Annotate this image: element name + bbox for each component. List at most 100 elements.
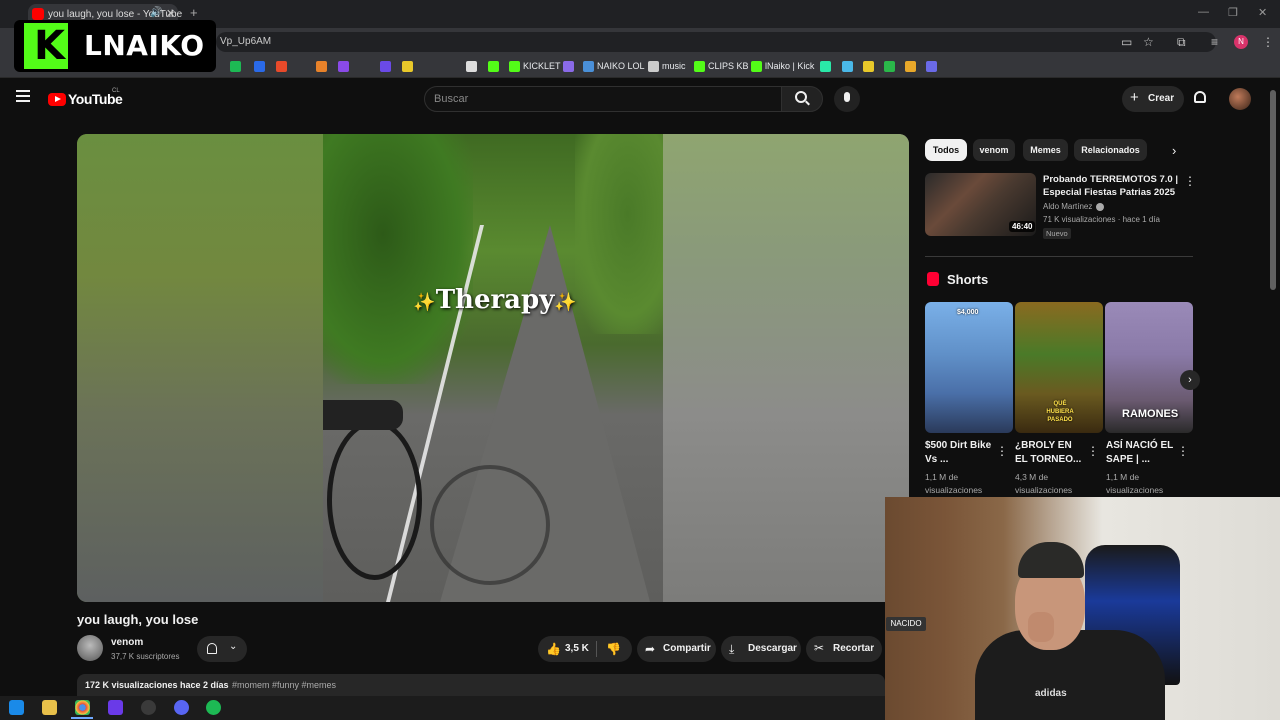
- chip-related[interactable]: Relacionados: [1074, 139, 1147, 161]
- recommended-channel[interactable]: Aldo Martínez: [1043, 202, 1092, 211]
- address-bar[interactable]: [216, 32, 1216, 52]
- bookmark-icon[interactable]: [402, 61, 413, 72]
- bookmark-naiko-lol[interactable]: NAIKO LOL: [597, 61, 645, 71]
- search-input[interactable]: [424, 86, 782, 112]
- bookmark-clips-kb[interactable]: CLIPS KB: [708, 61, 749, 71]
- upload-date: hace 2 días: [180, 680, 229, 690]
- channel-name[interactable]: venom: [111, 637, 143, 648]
- kicklet-bookmark-icon[interactable]: [509, 61, 520, 72]
- bookmark-icon[interactable]: [380, 61, 391, 72]
- bell-icon: [207, 643, 217, 654]
- bookmark-icon[interactable]: [338, 61, 349, 72]
- chevron-right-icon[interactable]: ›: [1172, 143, 1176, 158]
- plus-icon: +: [1130, 89, 1139, 106]
- short-thumbnail[interactable]: [925, 302, 1013, 433]
- short-title[interactable]: ASÍ NACIÓ EL SAPE | ...: [1106, 439, 1174, 467]
- notifications-bell-icon[interactable]: [1194, 91, 1206, 103]
- browser-menu-icon[interactable]: ⋮: [1262, 35, 1274, 49]
- chevron-right-icon[interactable]: ›: [1180, 370, 1200, 390]
- bookmark-icon[interactable]: [842, 61, 853, 72]
- user-avatar[interactable]: [1229, 88, 1251, 110]
- download-label: Descargar: [748, 643, 797, 654]
- subscription-notifications-button[interactable]: [197, 636, 247, 662]
- close-window-icon[interactable]: ✕: [1258, 6, 1267, 19]
- create-label: Crear: [1148, 93, 1175, 104]
- bookmark-icon[interactable]: [884, 61, 895, 72]
- channel-avatar[interactable]: [77, 635, 103, 661]
- close-tab-icon[interactable]: ✕: [166, 7, 175, 20]
- hashtags[interactable]: #momem #funny #memes: [232, 680, 336, 690]
- divider: [596, 641, 597, 657]
- kick-bookmark-icon[interactable]: [751, 61, 762, 72]
- bookmark-icon[interactable]: [820, 61, 831, 72]
- play-triangle-icon: [55, 96, 61, 102]
- chip-memes[interactable]: Memes: [1023, 139, 1068, 161]
- bookmark-music[interactable]: music: [662, 61, 686, 71]
- minimize-icon[interactable]: —: [1198, 6, 1209, 18]
- media-control-icon[interactable]: ≡: [1211, 35, 1218, 49]
- bookmark-icon[interactable]: [466, 61, 477, 72]
- recommended-title[interactable]: Probando TERREMOTOS 7.0 | Especial Fiest…: [1043, 173, 1178, 199]
- app-icon[interactable]: [108, 700, 123, 715]
- thumbs-up-icon: 👍: [546, 642, 561, 656]
- naiko-lol-bookmark-icon[interactable]: [583, 61, 594, 72]
- streamer-hand: [1028, 612, 1054, 642]
- sparkle-icon: ✨: [554, 292, 577, 313]
- file-explorer-icon[interactable]: [42, 700, 57, 715]
- new-tab-button[interactable]: +: [190, 5, 198, 20]
- maximize-icon[interactable]: ❐: [1228, 6, 1238, 19]
- bookmark-icon[interactable]: [254, 61, 265, 72]
- obs-icon[interactable]: [141, 700, 156, 715]
- bookmark-icon[interactable]: [863, 61, 874, 72]
- youtube-favicon-icon: [32, 8, 44, 20]
- share-label: Compartir: [663, 643, 711, 654]
- divider: [925, 256, 1193, 257]
- verified-icon: [1096, 203, 1104, 211]
- more-options-icon[interactable]: ⋮: [1184, 174, 1196, 188]
- chrome-icon[interactable]: [75, 700, 90, 715]
- more-options-icon[interactable]: ⋮: [996, 444, 1008, 458]
- short-thumb-text: $4,000: [957, 309, 979, 316]
- spotify-bookmark-icon[interactable]: [230, 61, 241, 72]
- bookmark-icon[interactable]: [926, 61, 937, 72]
- microphone-icon: [844, 92, 850, 102]
- bookmark-lnaiko-kick[interactable]: lNaiko | Kick: [765, 61, 814, 71]
- clips-bookmark-icon[interactable]: [694, 61, 705, 72]
- music-bookmark-icon[interactable]: [648, 61, 659, 72]
- profile-avatar[interactable]: N: [1234, 35, 1248, 49]
- bookmark-icon[interactable]: [316, 61, 327, 72]
- short-title[interactable]: $500 Dirt Bike Vs ...: [925, 439, 993, 467]
- thumbs-down-icon[interactable]: 👎: [606, 642, 621, 656]
- discord-icon[interactable]: [174, 700, 189, 715]
- video-title: you laugh, you lose: [77, 612, 199, 627]
- short-title[interactable]: ¿BROLY EN EL TORNEO...: [1015, 439, 1083, 467]
- hamburger-menu-icon[interactable]: [16, 90, 30, 102]
- extensions-icon[interactable]: ⧉: [1177, 35, 1186, 50]
- short-views: 4,3 M de visualizaciones: [1015, 472, 1073, 495]
- bookmark-icon[interactable]: [276, 61, 287, 72]
- share-icon: ➦: [645, 642, 656, 656]
- rider-arm: [323, 400, 403, 430]
- player-blur-right: [663, 134, 909, 602]
- speaker-icon[interactable]: 🔊: [150, 7, 162, 18]
- bookmark-icon[interactable]: [563, 61, 574, 72]
- like-count: 3,5 K: [565, 643, 589, 654]
- more-options-icon[interactable]: ⋮: [1177, 444, 1189, 458]
- spotify-icon[interactable]: [206, 700, 221, 715]
- bookmark-icon[interactable]: [905, 61, 916, 72]
- wall-sticker: NACIDO: [886, 617, 926, 631]
- recommended-meta: 71 K visualizaciones · hace 1 día: [1043, 215, 1160, 224]
- bookmark-star-icon[interactable]: ☆: [1143, 35, 1154, 49]
- chip-all[interactable]: Todos: [925, 139, 967, 161]
- more-options-icon[interactable]: ⋮: [1087, 444, 1099, 458]
- chip-venom[interactable]: venom: [973, 139, 1015, 161]
- cast-icon[interactable]: ▭: [1121, 35, 1132, 49]
- video-caption: ✨Therapy✨: [410, 285, 580, 315]
- url-text: Vp_Up6AM: [220, 36, 272, 47]
- windows-start-icon[interactable]: [9, 700, 24, 715]
- bike-wheel-rear: [430, 465, 550, 585]
- bookmark-kicklet[interactable]: KICKLET: [523, 61, 561, 71]
- bookmark-icon[interactable]: [488, 61, 499, 72]
- scissors-icon: ✂: [814, 641, 825, 655]
- scrollbar[interactable]: [1270, 90, 1276, 290]
